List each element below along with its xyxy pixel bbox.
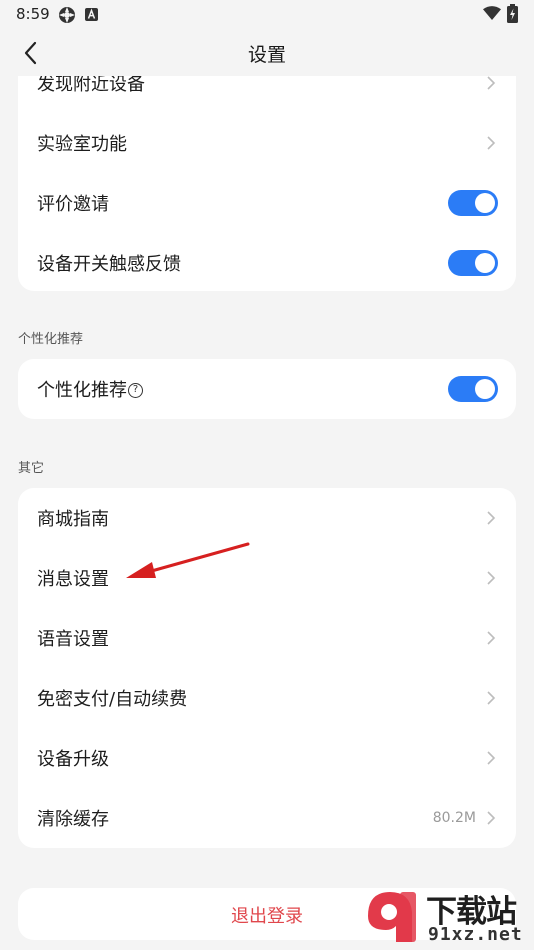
row-label: 消息设置 — [37, 569, 109, 590]
battery-charging-icon — [507, 4, 518, 23]
header: 设置 — [0, 30, 534, 76]
section-title-other: 其它 — [18, 461, 45, 476]
settings-card-general: 发现附近设备 实验室功能 评价邀请 设备开关触感反馈 — [18, 76, 516, 291]
row-discover-nearby-devices[interactable]: 发现附近设备 — [18, 76, 516, 113]
row-device-upgrade[interactable]: 设备升级 — [18, 728, 516, 788]
row-label: 商城指南 — [37, 509, 109, 530]
chevron-right-icon — [487, 751, 496, 765]
row-label: 个性化推荐 — [37, 380, 127, 401]
row-label: 免密支付/自动续费 — [37, 689, 188, 710]
chevron-right-icon — [487, 571, 496, 585]
settings-card-personalized: 个性化推荐? — [18, 359, 516, 419]
page-title: 设置 — [247, 44, 286, 66]
row-label: 设备升级 — [37, 749, 109, 770]
row-label-wrap: 个性化推荐? — [37, 376, 143, 402]
chevron-right-icon — [487, 631, 496, 645]
toggle-device-haptic-feedback[interactable] — [448, 250, 498, 276]
row-voice-settings[interactable]: 语音设置 — [18, 608, 516, 668]
status-bar: 8:59 — [0, 0, 534, 30]
row-clear-cache[interactable]: 清除缓存 80.2M — [18, 788, 516, 848]
toggle-rating-invite[interactable] — [448, 190, 498, 216]
status-time: 8:59 — [16, 5, 50, 23]
chevron-right-icon — [487, 511, 496, 525]
row-rating-invite: 评价邀请 — [18, 173, 516, 233]
row-mall-guide[interactable]: 商城指南 — [18, 488, 516, 548]
chevron-right-icon — [487, 76, 496, 90]
chevron-right-icon — [487, 691, 496, 705]
watermark-logo — [368, 892, 416, 942]
row-label: 设备开关触感反馈 — [37, 254, 181, 275]
watermark: 下载站 91xz.net — [356, 884, 534, 950]
row-password-free-payment[interactable]: 免密支付/自动续费 — [18, 668, 516, 728]
row-device-haptic-feedback: 设备开关触感反馈 — [18, 233, 516, 291]
settings-app-icon — [59, 7, 75, 23]
chevron-right-icon — [487, 811, 496, 825]
cache-size-value: 80.2M — [432, 810, 476, 826]
toggle-personalized-recommendation[interactable] — [448, 376, 498, 402]
wifi-icon — [483, 6, 501, 20]
row-label: 清除缓存 — [37, 809, 109, 830]
row-message-settings[interactable]: 消息设置 — [18, 548, 516, 608]
toggle-knob — [475, 253, 495, 273]
row-lab-features[interactable]: 实验室功能 — [18, 113, 516, 173]
toggle-knob — [475, 379, 495, 399]
watermark-url: 91xz.net — [428, 924, 523, 945]
row-label: 发现附近设备 — [37, 76, 145, 95]
chevron-right-icon — [487, 136, 496, 150]
row-label: 语音设置 — [37, 629, 109, 650]
row-label: 实验室功能 — [37, 134, 127, 155]
question-circle-icon[interactable]: ? — [128, 383, 143, 398]
toggle-knob — [475, 193, 495, 213]
row-label: 评价邀请 — [37, 194, 109, 215]
settings-card-other: 商城指南 消息设置 语音设置 免密支付/自动续费 设备升级 清除缓存 80.2M — [18, 488, 516, 848]
row-personalized-recommendation: 个性化推荐? — [18, 359, 516, 419]
section-title-personalized: 个性化推荐 — [18, 332, 84, 347]
font-a-icon — [85, 8, 98, 21]
